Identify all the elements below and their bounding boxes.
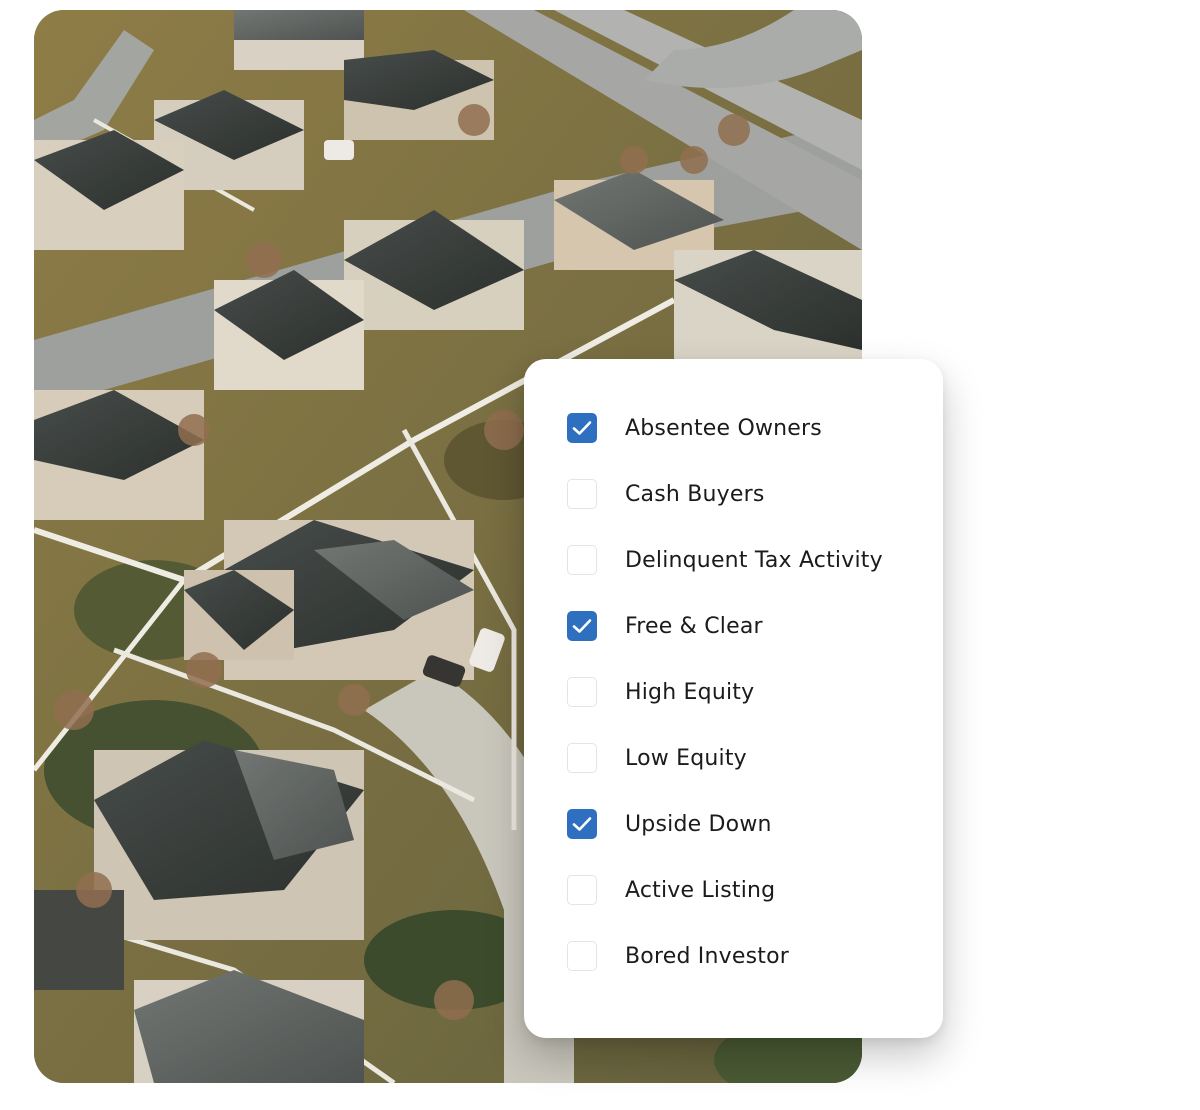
filter-option-label: Active Listing: [625, 877, 776, 903]
filter-option-label: Absentee Owners: [625, 415, 822, 441]
filter-option-label: Bored Investor: [625, 943, 789, 969]
filter-option-label: Delinquent Tax Activity: [625, 547, 883, 573]
filter-option-bored-investor[interactable]: Bored Investor: [567, 939, 789, 973]
check-icon: [572, 817, 592, 831]
filter-option-low-equity[interactable]: Low Equity: [567, 741, 747, 775]
filter-checkbox[interactable]: [567, 941, 597, 971]
filter-checkbox[interactable]: [567, 413, 597, 443]
filter-checkbox[interactable]: [567, 677, 597, 707]
filter-checkbox[interactable]: [567, 479, 597, 509]
filter-option-delinquent-tax-activity[interactable]: Delinquent Tax Activity: [567, 543, 883, 577]
filter-option-label: Low Equity: [625, 745, 747, 771]
filter-checkbox[interactable]: [567, 611, 597, 641]
filter-option-high-equity[interactable]: High Equity: [567, 675, 754, 709]
filter-option-absentee-owners[interactable]: Absentee Owners: [567, 411, 822, 445]
filter-checkbox[interactable]: [567, 809, 597, 839]
filter-option-label: Free & Clear: [625, 613, 763, 639]
filter-checkbox[interactable]: [567, 545, 597, 575]
filter-option-label: Cash Buyers: [625, 481, 765, 507]
filter-option-label: High Equity: [625, 679, 755, 705]
filter-checkbox[interactable]: [567, 875, 597, 905]
check-icon: [572, 421, 592, 435]
check-icon: [572, 619, 592, 633]
filter-option-free-and-clear[interactable]: Free & Clear: [567, 609, 763, 643]
filter-checkbox[interactable]: [567, 743, 597, 773]
filter-option-cash-buyers[interactable]: Cash Buyers: [567, 477, 765, 511]
filter-option-upside-down[interactable]: Upside Down: [567, 807, 772, 841]
filter-option-label: Upside Down: [625, 811, 772, 837]
filter-checklist-card: Absentee Owners Cash Buyers Delinquent Tax…: [524, 359, 943, 1038]
filter-option-active-listing[interactable]: Active Listing: [567, 873, 775, 907]
page: Absentee Owners Cash Buyers Delinquent Tax…: [0, 0, 1200, 1110]
